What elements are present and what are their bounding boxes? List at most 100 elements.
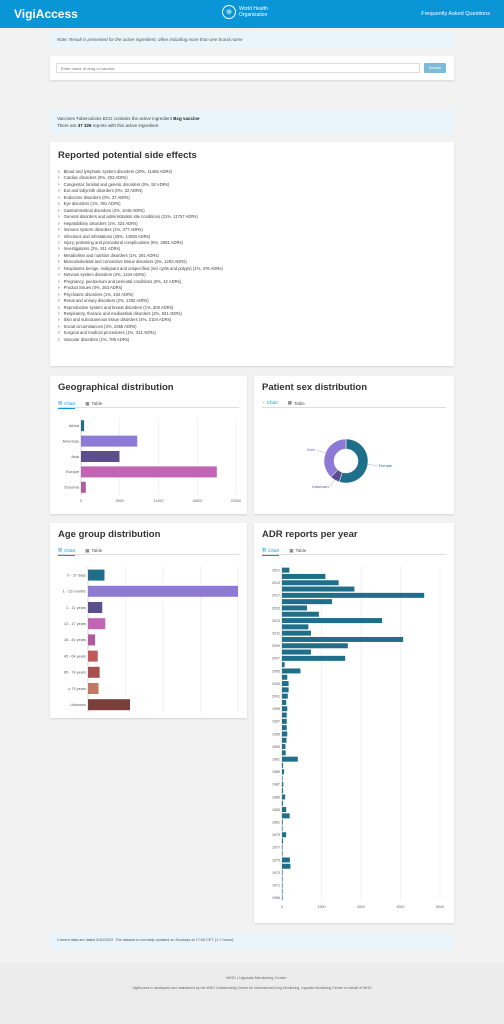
bar[interactable] — [88, 634, 96, 646]
bar[interactable] — [282, 744, 286, 750]
bar[interactable] — [282, 718, 287, 724]
bar[interactable] — [282, 769, 285, 775]
bar[interactable] — [81, 435, 138, 447]
y-tick-label: 1997 — [272, 720, 280, 724]
bar[interactable] — [88, 585, 238, 597]
bar[interactable] — [282, 649, 311, 655]
bar[interactable] — [282, 819, 283, 825]
bar[interactable] — [282, 838, 284, 844]
x-tick-label: 5500 — [116, 499, 124, 503]
bar[interactable] — [81, 466, 217, 478]
who-logo[interactable]: ⊕ World Health Organization — [222, 5, 268, 19]
geo-chart: 0 5500 11000 16500 22600 Africa Americas Asia Eu… — [62, 418, 241, 503]
y-tick-label: 1 - 23 months — [63, 590, 86, 594]
geo-title: Geographical distribution — [58, 382, 174, 393]
info-line1-prefix: Vaccines Tuberculosis BCG contains the a… — [57, 116, 174, 121]
bar[interactable] — [282, 655, 346, 661]
bar[interactable] — [282, 851, 283, 857]
bar[interactable] — [282, 737, 287, 743]
bar[interactable] — [282, 725, 287, 731]
brand-logo[interactable]: VigiAccess — [14, 7, 78, 21]
bar[interactable] — [88, 618, 106, 630]
bar[interactable] — [282, 573, 326, 579]
y-tick-label: 2021 — [272, 568, 280, 572]
bar[interactable] — [282, 794, 286, 800]
bar[interactable] — [88, 699, 130, 711]
bar[interactable] — [282, 668, 301, 674]
bar[interactable] — [282, 876, 283, 882]
bar[interactable] — [282, 813, 290, 819]
bar[interactable] — [282, 592, 425, 598]
bar[interactable] — [282, 611, 319, 617]
bar[interactable] — [282, 762, 284, 768]
bar[interactable] — [282, 687, 289, 693]
bar[interactable] — [282, 618, 383, 624]
bar[interactable] — [282, 781, 284, 787]
y-tick-label: 1985 — [272, 795, 280, 799]
bar[interactable] — [282, 580, 339, 586]
bar[interactable] — [282, 756, 298, 762]
age-tab-table-label: Table — [91, 548, 103, 553]
bar[interactable] — [88, 650, 98, 662]
bar[interactable] — [282, 731, 288, 737]
search-input[interactable] — [56, 63, 420, 73]
x-tick-label: 16500 — [192, 499, 202, 503]
x-tick-label: 0 — [281, 905, 283, 909]
bar[interactable] — [282, 699, 287, 705]
pie-leader-line — [316, 449, 326, 454]
bar[interactable] — [282, 636, 404, 642]
bar[interactable] — [282, 662, 285, 668]
age-title: Age group distribution — [58, 529, 161, 540]
bar[interactable] — [282, 567, 290, 573]
bar[interactable] — [282, 895, 283, 901]
y-tick-label: 2011 — [272, 631, 280, 635]
bar[interactable] — [282, 674, 288, 680]
bar[interactable] — [282, 605, 308, 611]
bar[interactable] — [88, 602, 103, 613]
x-tick-label: 4500 — [397, 905, 405, 909]
bar[interactable] — [282, 788, 284, 794]
globe-icon: ⊕ — [222, 5, 236, 19]
bar[interactable] — [282, 825, 283, 831]
bar[interactable] — [282, 888, 283, 894]
bar[interactable] — [81, 420, 85, 432]
geo-tab-chart-label: Chart — [64, 400, 76, 406]
faq-link[interactable]: Frequently Asked Questions — [421, 11, 490, 17]
bar[interactable] — [282, 750, 286, 756]
bar[interactable] — [282, 712, 287, 718]
bar[interactable] — [282, 857, 290, 863]
bar[interactable] — [88, 569, 105, 581]
bar[interactable] — [282, 599, 333, 605]
y-tick-label: Unknown — [70, 703, 86, 707]
age-tab-chart-label: Chart — [64, 547, 76, 553]
bar[interactable] — [282, 643, 348, 649]
bar[interactable] — [282, 706, 288, 712]
bar[interactable] — [282, 844, 283, 850]
bar[interactable] — [282, 681, 289, 687]
bar[interactable] — [282, 775, 283, 781]
bar[interactable] — [282, 863, 291, 869]
bar[interactable] — [282, 807, 287, 813]
search-button[interactable]: Search — [424, 63, 446, 73]
bar[interactable] — [282, 882, 283, 888]
bar[interactable] — [81, 451, 120, 462]
bar[interactable] — [282, 870, 283, 876]
year-title: ADR reports per year — [262, 529, 358, 540]
table-icon: ▦ — [85, 547, 90, 553]
side-effect-item[interactable]: Vascular disorders (1%, 708 ADRs) — [58, 337, 446, 343]
bar[interactable] — [282, 624, 309, 630]
x-tick-label: 6000 — [436, 905, 444, 909]
sex-chart: Female Unknown Male — [307, 438, 393, 489]
y-tick-label: 45 - 64 years — [64, 654, 86, 658]
bar[interactable] — [81, 481, 86, 493]
y-tick-label: 1995 — [272, 732, 280, 736]
bar[interactable] — [282, 693, 288, 699]
pie-slice[interactable] — [323, 438, 347, 478]
bar[interactable] — [282, 832, 287, 838]
bar[interactable] — [282, 800, 284, 806]
bar[interactable] — [88, 683, 99, 694]
bar[interactable] — [88, 666, 100, 678]
y-tick-label: 2003 — [272, 682, 280, 686]
bar[interactable] — [282, 586, 355, 592]
bar[interactable] — [282, 630, 311, 636]
